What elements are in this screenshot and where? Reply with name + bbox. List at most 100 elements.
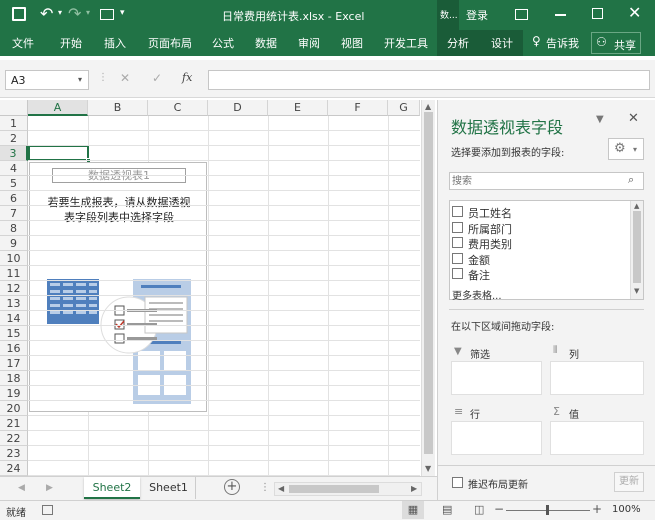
pivot-placeholder[interactable]: 数据透视表1 若要生成报表，请从数据透视 表字段列表中选择字段 — [29, 162, 207, 412]
pane-close-icon[interactable]: ✕ — [628, 111, 639, 126]
search-icon[interactable]: ⌕ — [628, 173, 634, 187]
tab-view[interactable]: 视图 — [341, 35, 363, 51]
column-header-g[interactable]: G — [388, 100, 420, 116]
form-icon[interactable] — [100, 9, 114, 20]
row-header-18[interactable]: 18 — [0, 371, 28, 386]
columns-area[interactable] — [550, 361, 644, 395]
more-tables-link[interactable]: 更多表格... — [452, 287, 502, 302]
undo-dropdown-icon[interactable]: ▾ — [58, 8, 62, 17]
name-box[interactable]: A3 ▾ — [5, 70, 89, 90]
tab-file[interactable]: 文件 — [12, 35, 34, 51]
row-header-12[interactable]: 12 — [0, 281, 28, 296]
row-header-16[interactable]: 16 — [0, 341, 28, 356]
field-remarks[interactable]: 备注 — [452, 267, 622, 282]
column-header-e[interactable]: E — [268, 100, 328, 116]
tab-developer[interactable]: 开发工具 — [384, 35, 428, 51]
filters-area[interactable] — [451, 361, 542, 395]
tab-design[interactable]: 设计 — [491, 35, 513, 51]
row-header-17[interactable]: 17 — [0, 356, 28, 371]
page-break-view-icon[interactable]: ◫ — [474, 503, 484, 516]
save-icon[interactable] — [12, 7, 26, 21]
horizontal-scroll-thumb[interactable] — [289, 485, 379, 493]
undo-icon[interactable]: ↶ — [40, 4, 53, 23]
row-header-1[interactable]: 1 — [0, 116, 28, 131]
ribbon-display-options-icon[interactable] — [515, 9, 528, 20]
customize-qat-icon[interactable]: ▾ — [120, 8, 125, 18]
column-header-c[interactable]: C — [148, 100, 208, 116]
column-header-b[interactable]: B — [88, 100, 148, 116]
row-header-10[interactable]: 10 — [0, 251, 28, 266]
sheet-tab-sheet2[interactable]: Sheet2 — [84, 477, 140, 499]
tab-split-grip-icon[interactable]: ⋮ — [260, 482, 270, 493]
tab-analyze[interactable]: 分析 — [447, 35, 469, 51]
redo-icon[interactable]: ↷ — [68, 4, 81, 23]
field-checkbox[interactable] — [452, 253, 463, 264]
field-scroll-down-icon[interactable]: ▼ — [634, 287, 639, 295]
new-sheet-icon[interactable]: + — [224, 479, 240, 495]
maximize-icon[interactable] — [592, 8, 603, 19]
row-header-2[interactable]: 2 — [0, 131, 28, 146]
pane-options-dropdown-icon[interactable]: ▼ — [596, 114, 604, 125]
vertical-scroll-thumb[interactable] — [424, 112, 433, 454]
zoom-level[interactable]: 100% — [612, 504, 641, 515]
enter-icon[interactable]: ✓ — [152, 71, 162, 85]
column-header-d[interactable]: D — [208, 100, 268, 116]
row-header-6[interactable]: 6 — [0, 191, 28, 206]
column-header-a[interactable]: A — [28, 100, 88, 116]
field-scroll-up-icon[interactable]: ▲ — [634, 202, 639, 210]
field-search-box[interactable]: ⌕ — [449, 172, 644, 190]
row-header-21[interactable]: 21 — [0, 416, 28, 431]
row-header-19[interactable]: 19 — [0, 386, 28, 401]
row-header-14[interactable]: 14 — [0, 311, 28, 326]
row-header-13[interactable]: 13 — [0, 296, 28, 311]
row-header-8[interactable]: 8 — [0, 221, 28, 236]
redo-dropdown-icon[interactable]: ▾ — [86, 8, 90, 17]
values-area[interactable] — [550, 421, 644, 455]
normal-view-icon[interactable]: ▦ — [402, 501, 424, 519]
zoom-in-icon[interactable]: + — [592, 502, 602, 516]
field-checkbox[interactable] — [452, 206, 463, 217]
macro-record-icon[interactable] — [42, 505, 53, 515]
tab-home[interactable]: 开始 — [60, 35, 82, 51]
field-scroll-thumb[interactable] — [633, 211, 641, 283]
share-button[interactable]: ⚇ 共享 — [591, 32, 641, 54]
update-button[interactable]: 更新 — [614, 472, 644, 492]
field-checkbox[interactable] — [452, 237, 463, 248]
cancel-icon[interactable]: ✕ — [120, 71, 130, 85]
rows-area[interactable] — [451, 421, 542, 455]
defer-layout-checkbox[interactable] — [452, 477, 463, 488]
selected-cell[interactable] — [28, 145, 89, 161]
row-header-7[interactable]: 7 — [0, 206, 28, 221]
zoom-slider-thumb[interactable] — [546, 505, 549, 515]
field-checkbox[interactable] — [452, 222, 463, 233]
tab-data[interactable]: 数据 — [255, 35, 277, 51]
row-header-15[interactable]: 15 — [0, 326, 28, 341]
worksheet-grid[interactable]: A B C D E F G 数据透视表1 若要生成报表，请从数据透视 表字段列表… — [0, 100, 437, 491]
scroll-left-icon[interactable]: ◀ — [278, 484, 284, 493]
page-layout-view-icon[interactable]: ▤ — [442, 503, 452, 516]
scroll-right-icon[interactable]: ▶ — [411, 484, 417, 493]
tab-page-layout[interactable]: 页面布局 — [148, 35, 192, 51]
prev-sheet-icon[interactable]: ◀ — [18, 483, 25, 493]
formula-bar-grip-icon[interactable]: ⋮ — [98, 72, 108, 83]
sheet-tab-sheet1[interactable]: Sheet1 — [142, 477, 196, 499]
field-checkbox[interactable] — [452, 268, 463, 279]
horizontal-scrollbar[interactable]: ◀ ▶ — [274, 482, 422, 496]
row-header-22[interactable]: 22 — [0, 431, 28, 446]
row-header-9[interactable]: 9 — [0, 236, 28, 251]
field-department[interactable]: 所属部门 — [452, 221, 622, 236]
vertical-scrollbar[interactable]: ▲ ▼ — [421, 100, 435, 476]
formula-input[interactable] — [208, 70, 650, 90]
minimize-icon[interactable] — [555, 14, 566, 16]
column-header-f[interactable]: F — [328, 100, 388, 116]
row-header-20[interactable]: 20 — [0, 401, 28, 416]
row-header-4[interactable]: 4 — [0, 161, 28, 176]
tab-review[interactable]: 审阅 — [298, 35, 320, 51]
select-all-corner[interactable] — [0, 100, 28, 116]
next-sheet-icon[interactable]: ▶ — [46, 483, 53, 493]
field-amount[interactable]: 金额 — [452, 252, 622, 267]
tab-formulas[interactable]: 公式 — [212, 35, 234, 51]
tell-me-link[interactable]: 告诉我 — [546, 35, 579, 51]
login-link[interactable]: 登录 — [466, 7, 488, 23]
tab-insert[interactable]: 插入 — [104, 35, 126, 51]
